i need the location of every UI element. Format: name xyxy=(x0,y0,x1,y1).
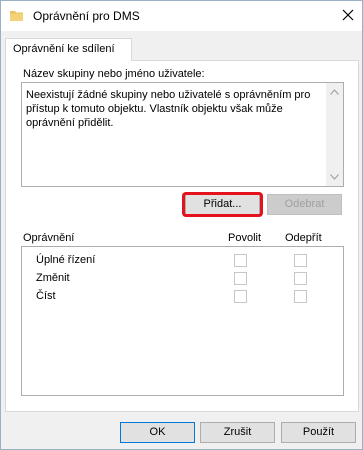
add-button[interactable]: Přidat... xyxy=(185,194,260,215)
remove-button[interactable]: Odebrat xyxy=(267,194,342,215)
deny-change-checkbox[interactable] xyxy=(294,272,307,285)
group-user-list[interactable]: Neexistují žádné skupiny nebo uživatelé … xyxy=(21,82,344,187)
permissions-dialog: Oprávnění pro DMS Oprávnění ke sdílení N… xyxy=(0,0,363,450)
allow-column-header: Povolit xyxy=(228,232,262,244)
close-icon[interactable] xyxy=(340,7,356,23)
deny-full-control-checkbox[interactable] xyxy=(294,254,307,267)
permission-name: Změnit xyxy=(36,272,70,284)
deny-column-header: Odepřít xyxy=(285,232,322,244)
empty-list-message: Neexistují žádné skupiny nebo uživatelé … xyxy=(26,89,311,129)
title-bar: Oprávnění pro DMS xyxy=(1,1,362,31)
tab-share-permissions[interactable]: Oprávnění ke sdílení xyxy=(5,38,132,61)
window-title: Oprávnění pro DMS xyxy=(33,9,140,23)
allow-change-checkbox[interactable] xyxy=(234,272,247,285)
vertical-scrollbar[interactable] xyxy=(326,83,343,186)
permission-name: Úplné řízení xyxy=(36,254,96,266)
tab-label: Oprávnění ke sdílení xyxy=(13,43,115,55)
cancel-button[interactable]: Zrušit xyxy=(200,422,275,443)
folder-icon xyxy=(10,11,23,21)
permissions-header: Oprávnění xyxy=(23,232,75,244)
scroll-down-icon[interactable] xyxy=(330,174,339,180)
scroll-up-icon[interactable] xyxy=(330,89,339,95)
deny-read-checkbox[interactable] xyxy=(294,290,307,303)
apply-button[interactable]: Použít xyxy=(281,422,356,443)
permissions-list: Úplné řízení Změnit Číst xyxy=(21,246,344,396)
permission-name: Číst xyxy=(36,290,56,302)
allow-read-checkbox[interactable] xyxy=(234,290,247,303)
allow-full-control-checkbox[interactable] xyxy=(234,254,247,267)
ok-button[interactable]: OK xyxy=(120,422,195,443)
group-list-label: Název skupiny nebo jméno uživatele: xyxy=(23,68,205,80)
